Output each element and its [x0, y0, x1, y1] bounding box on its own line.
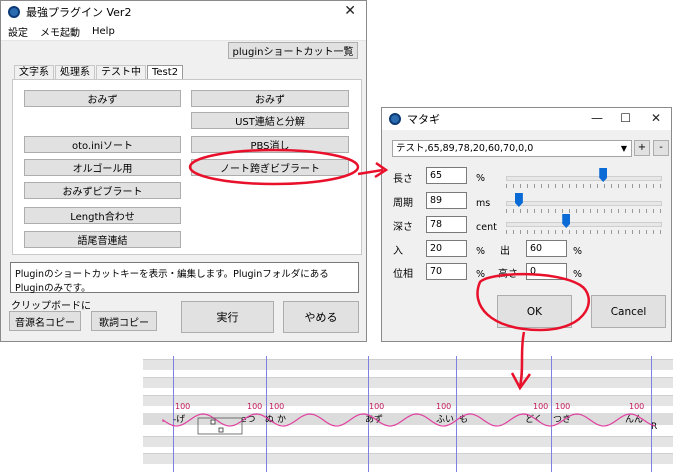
period-slider[interactable] [506, 193, 662, 213]
run-button[interactable]: 実行 [181, 301, 274, 333]
omizu-button-right[interactable]: おみず [191, 90, 349, 107]
clipboard-label: クリップボードに [11, 301, 91, 312]
remove-preset-button[interactable]: - [653, 140, 669, 156]
length-input[interactable]: 65 [426, 167, 467, 184]
dialog-title-bar[interactable]: マタギ — ☐ ✕ [382, 108, 671, 130]
length-match-button[interactable]: Length合わせ [24, 207, 181, 224]
fade-in-label: 入 [393, 246, 403, 257]
length-unit: % [476, 173, 486, 184]
depth-label: 深さ [393, 222, 413, 233]
omizu-vibrato-button[interactable]: おみずピブラート [24, 182, 181, 199]
copy-lyrics-button[interactable]: 歌詞コピー [91, 311, 157, 331]
cancel-button[interactable]: Cancel [591, 295, 666, 328]
oto-ini-sort-button[interactable]: oto.iniソート [24, 136, 181, 153]
window-title: 最強プラグイン Ver2 [26, 6, 132, 19]
fade-out-input[interactable]: 60 [526, 240, 567, 257]
piano-roll-editor[interactable]: 100 100 100 100 100 100 100 100 -げ eつ ぬ … [143, 356, 673, 472]
vibrato-wave [162, 413, 656, 427]
period-slider-ticks [506, 209, 662, 213]
dialog-app-icon [389, 113, 401, 125]
music-box-button[interactable]: オルゴール用 [24, 159, 181, 176]
tab-test2[interactable]: Test2 [147, 65, 184, 80]
height-label: 高さ [498, 269, 518, 280]
length-slider-ticks [506, 184, 662, 188]
period-slider-track [506, 201, 662, 206]
depth-slider-ticks [506, 230, 662, 234]
tab-text[interactable]: 文字系 [14, 65, 54, 80]
ust-merge-split-button[interactable]: UST連結と分解 [191, 112, 349, 129]
menu-memo[interactable]: メモ起動 [40, 24, 80, 39]
shortcut-list-button[interactable]: pluginショートカット一覧 [228, 42, 358, 59]
cross-note-vibrato-button[interactable]: ノート跨ぎビブラート [191, 159, 349, 176]
preset-combo[interactable]: テスト,65,89,78,20,60,70,0,0 ▼ [392, 140, 632, 157]
length-slider-track [506, 176, 662, 181]
depth-slider-track [506, 222, 662, 227]
phase-input[interactable]: 70 [426, 263, 467, 280]
app-icon [8, 6, 20, 18]
length-slider[interactable] [506, 168, 662, 188]
depth-input[interactable]: 78 [426, 216, 467, 233]
fade-in-unit: % [476, 246, 486, 257]
main-window: 最強プラグイン Ver2 ✕ 設定 メモ起動 Help pluginショートカッ… [0, 0, 367, 342]
fade-in-input[interactable]: 20 [426, 240, 467, 257]
description-box[interactable]: Pluginのショートカットキーを表示・編集します。Pluginフォルダにある … [10, 262, 359, 294]
maximize-icon[interactable]: ☐ [620, 111, 631, 125]
omizu-button-left[interactable]: おみず [24, 90, 181, 107]
copy-source-button[interactable]: 音源名コピー [9, 311, 81, 331]
vibrato-dialog: マタギ — ☐ ✕ テスト,65,89,78,20,60,70,0,0 ▼ + … [381, 107, 672, 342]
tab-testing[interactable]: テスト中 [96, 65, 146, 80]
tab-strip: 文字系 処理系 テスト中 Test2 [14, 65, 184, 80]
fade-out-label: 出 [500, 246, 510, 257]
depth-slider[interactable] [506, 214, 662, 234]
preset-value: テスト,65,89,78,20,60,70,0,0 [396, 143, 534, 154]
menu-bar: 設定 メモ起動 Help [1, 23, 366, 41]
tab-panel: おみず oto.iniソート オルゴール用 おみずピブラート Length合わせ… [12, 79, 362, 255]
phase-unit: % [476, 269, 486, 280]
length-label: 長さ [393, 174, 413, 185]
height-unit: % [573, 269, 583, 280]
dialog-close-icon[interactable]: ✕ [651, 111, 661, 125]
period-input[interactable]: 89 [426, 192, 467, 209]
minimize-icon[interactable]: — [591, 111, 603, 125]
depth-unit: cent [476, 222, 497, 233]
menu-help[interactable]: Help [92, 26, 115, 37]
height-input[interactable]: 0 [526, 263, 567, 280]
tab-process[interactable]: 処理系 [55, 65, 95, 80]
menu-settings[interactable]: 設定 [8, 24, 28, 39]
control-point[interactable] [218, 427, 224, 433]
period-unit: ms [476, 198, 491, 209]
control-point[interactable] [210, 419, 216, 425]
chevron-down-icon[interactable]: ▼ [621, 141, 627, 156]
quit-button[interactable]: やめる [283, 301, 359, 333]
vibrato-curve [162, 413, 656, 435]
pbs-remove-button[interactable]: PBS消し [191, 136, 349, 153]
ending-connect-button[interactable]: 語尾音連結 [24, 231, 181, 248]
period-label: 周期 [393, 198, 413, 209]
dialog-title: マタギ [407, 113, 440, 126]
phase-label: 位相 [393, 269, 413, 280]
main-title-bar[interactable]: 最強プラグイン Ver2 ✕ [1, 1, 366, 23]
ok-button[interactable]: OK [497, 295, 572, 328]
add-preset-button[interactable]: + [634, 140, 650, 156]
close-icon[interactable]: ✕ [344, 3, 356, 19]
fade-out-unit: % [573, 246, 583, 257]
